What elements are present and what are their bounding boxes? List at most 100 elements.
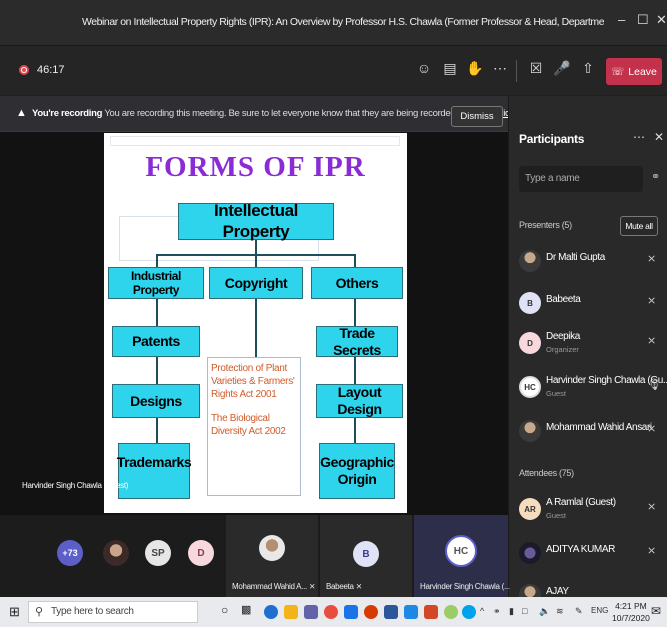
leave-label: Leave [628,65,657,78]
mic-muted-icon: ⨯ [647,501,657,513]
taskbar-search-input[interactable]: ⚲ Type here to search [28,601,198,623]
participant-row[interactable]: HC Harvinder Singh Chawla (Gu... Guest 🎙 [509,368,667,404]
avatar [519,542,541,564]
pen-icon[interactable]: ✎ [575,606,583,617]
hang-up-icon: ☏ [611,65,625,78]
windows-taskbar: ⊞ ⚲ Type here to search ○ ▩ ^ ⚭ ▮ □ 🔈 ≋ … [0,597,667,627]
file-explorer-icon[interactable] [284,605,298,619]
box-copyright: Copyright [209,267,303,299]
participant-row[interactable]: AJAY [509,576,667,597]
wifi-icon[interactable]: ≋ [556,606,564,617]
search-icon: ⚲ [35,606,43,618]
participants-title: Participants [519,132,585,146]
avatar[interactable]: D [188,540,214,566]
video-tile[interactable]: B Babeeta ⨯ [320,515,412,597]
windows-start-icon[interactable]: ⊞ [9,604,20,620]
participant-row[interactable]: Dr Malti Gupta ⨯ [509,242,667,278]
app-icon[interactable] [364,605,378,619]
monitor-icon[interactable]: □ [522,606,527,616]
attendees-label[interactable]: Attendees (75) [519,468,574,478]
participant-search-input[interactable]: Type a name [519,166,643,192]
box-trade-secrets: Trade Secrets [316,325,398,358]
video-tile[interactable]: Mohammad Wahid A... ⨯ [226,515,318,597]
app-icon[interactable] [444,605,458,619]
connector [156,418,158,443]
maximize-button[interactable]: ☐ [637,12,649,28]
avatar[interactable] [103,540,129,566]
word-icon[interactable] [384,605,398,619]
participant-row[interactable]: AR A Ramlal (Guest) Guest ⨯ [509,490,667,526]
participant-role: Guest [546,389,567,398]
video-tile-active[interactable]: HC Harvinder Singh Chawla (... [414,515,510,597]
notifications-icon[interactable]: ✉ [651,604,661,618]
box-others: Others [311,267,403,299]
recording-notice-title: You're recording [32,108,103,119]
chrome-icon[interactable] [324,605,338,619]
raise-hand-icon[interactable]: ✋ [465,60,485,77]
show-hidden-icons-icon[interactable]: ^ [480,606,484,616]
presenters-label[interactable]: Presenters (5) [519,220,572,230]
share-invite-icon[interactable]: ⚭ [651,170,660,183]
volume-icon[interactable]: 🔈 [539,606,550,617]
participants-icon[interactable]: ☺ [414,60,434,76]
chat-icon[interactable]: ▤ [440,60,460,77]
connector [354,357,356,384]
connector [156,254,158,268]
mic-muted-icon: ⨯ [647,253,657,265]
cortana-icon[interactable]: ○ [221,603,228,617]
box-trademarks: Trademarks [117,443,192,499]
close-button[interactable]: ✕ [656,12,667,28]
tile-name: Mohammad Wahid A... ⨯ [232,582,316,591]
participant-row[interactable]: ADITYA KUMAR ⨯ [509,534,667,570]
tile-name-text: Babeeta [326,582,354,591]
battery-icon[interactable]: ▮ [509,606,514,617]
leave-button[interactable]: ☏ Leave [606,58,662,85]
participant-row[interactable]: D Deepika Organizer ⨯ [509,324,667,360]
clock-time: 4:21 PM [615,601,647,611]
participant-row[interactable]: B Babeeta ⨯ [509,284,667,320]
protection-act-text: Protection of Plant Varieties & Farmers'… [211,363,295,400]
participant-name: AJAY [546,586,569,597]
slide-title: FORMS OF IPR [145,151,366,183]
recording-notice: You're recording You are recording this … [32,108,514,119]
participant-name: ADITYA KUMAR [546,544,615,555]
avatar: B [519,292,541,314]
network-icon[interactable]: ⚭ [493,606,501,617]
taskbar-clock[interactable]: 4:21 PM 10/7/2020 [612,600,650,624]
overflow-count[interactable]: +73 [57,540,83,566]
window-title-bar: Webinar on Intellectual Property Rights … [0,0,667,45]
mute-all-button[interactable]: Mute all [620,216,658,236]
avatar [519,420,541,442]
camera-off-icon[interactable]: ☒ [526,60,546,77]
recording-icon [19,65,29,75]
avatar[interactable]: SP [145,540,171,566]
language-indicator[interactable]: ENG [591,606,608,615]
slide-faint-frame-top [110,136,400,146]
teams-icon[interactable] [304,605,318,619]
powerpoint-icon[interactable] [424,605,438,619]
app-icon[interactable] [404,605,418,619]
participant-name: Dr Malti Gupta [546,252,605,263]
clock-date: 10/7/2020 [612,613,650,623]
dismiss-button[interactable]: Dismiss [451,106,503,127]
avatar: B [353,541,379,567]
minimize-button[interactable]: – [618,12,625,27]
share-screen-icon[interactable]: ⇧ [578,60,598,77]
tile-name: Harvinder Singh Chawla (... [420,582,510,591]
shared-slide: FORMS OF IPR Intellectual Property Indus… [104,133,407,513]
box-patents: Patents [112,326,200,357]
close-panel-icon[interactable]: ✕ [654,130,664,144]
participant-row[interactable]: Mohammad Wahid Ansari ⨯ [509,412,667,448]
edge-icon[interactable] [264,605,278,619]
more-options-icon[interactable]: ⋯ [633,130,645,144]
taskbar-search-placeholder: Type here to search [51,606,134,617]
more-actions-icon[interactable]: ⋯ [490,60,510,77]
task-view-icon[interactable]: ▩ [241,603,251,616]
meeting-toolbar: 46:17 ☺ ▤ ✋ ⋯ ☒ 🎤 ⇧ ☏ Leave [0,45,667,95]
box-industrial-property: Industrial Property [108,267,204,299]
avatar [259,535,285,561]
app-icon[interactable] [462,605,476,619]
mic-muted-icon: ⨯ [647,295,657,307]
mic-off-icon[interactable]: 🎤 [552,60,572,77]
zoom-icon[interactable] [344,605,358,619]
